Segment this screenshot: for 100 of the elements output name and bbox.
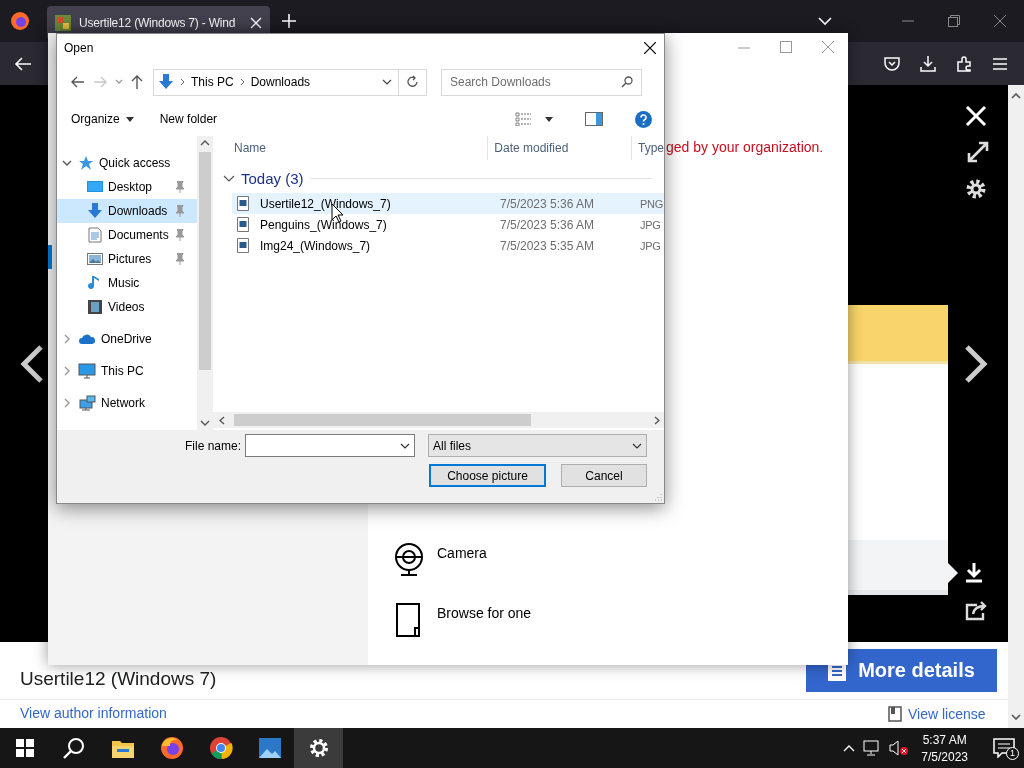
fox-globe-icon[interactable]	[10, 11, 30, 31]
network-icon	[78, 395, 96, 411]
photo-icon[interactable]	[257, 737, 282, 759]
settings-icon[interactable]	[307, 737, 330, 759]
breadcrumb-item[interactable]: Downloads	[250, 75, 311, 89]
author-link[interactable]: View author information	[20, 705, 167, 721]
search-icon[interactable]	[62, 737, 85, 759]
scrollbar-thumb[interactable]	[234, 414, 531, 426]
breadcrumb-item[interactable]: This PC	[191, 75, 234, 89]
close-icon	[644, 42, 656, 54]
clock[interactable]: 5:37 AM 7/5/2023	[921, 732, 968, 764]
search-field[interactable]: Search Downloads	[441, 68, 642, 96]
film-icon	[87, 299, 103, 315]
document-icon	[87, 227, 103, 243]
maximize-button[interactable]	[780, 41, 792, 53]
file-row[interactable]: Usertile12_(Windows_7) 7/5/2023 5:36 AM PNG	[232, 193, 664, 214]
chevron-down-icon[interactable]	[382, 79, 392, 85]
chevron-right-icon	[64, 398, 70, 408]
nav-tree-item[interactable]: Pictures	[57, 247, 197, 271]
nav-tree-item[interactable]: Downloads	[57, 199, 197, 223]
image-file-icon	[237, 196, 249, 211]
search-icon	[621, 75, 633, 88]
scroll-left-icon[interactable]	[219, 416, 225, 425]
share-icon[interactable]	[965, 601, 987, 621]
nav-tree-item[interactable]: Videos	[57, 295, 197, 319]
cancel-button[interactable]: Cancel	[561, 464, 647, 487]
new-folder-button[interactable]: New folder	[159, 112, 218, 126]
scrollbar-thumb[interactable]	[199, 152, 211, 370]
choose-picture-button[interactable]: Choose picture	[429, 464, 546, 487]
network-icon[interactable]	[863, 740, 882, 756]
back-arrow-icon[interactable]	[14, 55, 32, 72]
nav-tree-item[interactable]: OneDrive	[57, 327, 197, 351]
nav-tree-item[interactable]: Music	[57, 271, 197, 295]
selection-indicator	[48, 245, 52, 269]
picture-option[interactable]: Browse for one	[393, 603, 532, 637]
chevron-down-icon[interactable]	[223, 175, 235, 182]
license-link[interactable]: View license	[908, 706, 986, 722]
expand-icon[interactable]	[967, 141, 989, 163]
chevron-right-icon	[64, 366, 70, 376]
notification-button[interactable]: 1	[984, 738, 1024, 758]
column-header[interactable]: Name	[213, 136, 489, 160]
nav-tree-item[interactable]: Desktop	[57, 175, 197, 199]
scroll-down-icon[interactable]	[200, 420, 210, 426]
scroll-up-icon[interactable]	[200, 140, 210, 146]
fox-globe-icon[interactable]	[159, 736, 184, 760]
settings-icon[interactable]	[965, 178, 987, 200]
tile-icon	[55, 15, 71, 31]
scroll-up-icon[interactable]	[1011, 93, 1021, 99]
pocket-icon[interactable]	[884, 55, 900, 72]
close-tab-button[interactable]	[250, 17, 262, 29]
column-header[interactable]: Type	[632, 136, 664, 160]
maximize-icon	[780, 41, 792, 53]
file-name-field[interactable]	[245, 434, 415, 457]
caret-icon[interactable]	[545, 116, 553, 122]
pin-icon	[175, 253, 185, 265]
round-tricolor-icon[interactable]	[208, 736, 233, 760]
help-icon[interactable]	[635, 110, 652, 128]
download-icon	[158, 74, 174, 90]
forward-arrow-icon	[93, 76, 107, 88]
puzzle-icon[interactable]	[956, 55, 972, 72]
picture-option[interactable]: Camera	[393, 543, 532, 577]
nav-tree-item[interactable]: Documents	[57, 223, 197, 247]
scroll-right-icon[interactable]	[654, 416, 660, 425]
organize-menu[interactable]: Organize	[71, 112, 134, 126]
more-details-button[interactable]: More details	[806, 649, 997, 692]
address-bar[interactable]: This PC Downloads	[153, 68, 427, 96]
details-view-icon[interactable]	[515, 112, 531, 126]
chevron-down-icon	[400, 442, 410, 449]
preview-pane-icon[interactable]	[585, 112, 603, 126]
new-tab-icon[interactable]	[282, 14, 296, 28]
menu-icon[interactable]	[992, 56, 1008, 71]
close-icon	[250, 17, 262, 29]
muted-speaker-icon[interactable]	[889, 740, 910, 756]
webcam-icon	[393, 543, 425, 577]
image-file-icon	[237, 238, 249, 253]
desktop-icon	[87, 179, 103, 195]
nav-tree-item[interactable]: Network	[57, 391, 197, 415]
file-type-dropdown[interactable]: All files	[428, 434, 647, 457]
notice-text: ged by your organization.	[666, 139, 824, 155]
column-header[interactable]: Date modified	[488, 136, 632, 160]
pin-icon	[175, 229, 185, 241]
chevron-up-icon[interactable]	[843, 744, 856, 752]
chevron-right-icon[interactable]	[964, 345, 988, 383]
download-icon[interactable]	[964, 563, 984, 583]
image-file-icon	[237, 217, 249, 232]
nav-tree-item[interactable]: This PC	[57, 359, 197, 383]
back-arrow-icon	[71, 76, 85, 88]
caret-icon	[115, 79, 123, 85]
caret-icon	[125, 116, 134, 122]
chevron-down-icon	[62, 160, 72, 166]
restore-icon[interactable]	[948, 15, 960, 27]
scroll-down-icon[interactable]	[1011, 714, 1021, 720]
page-title: Usertile12 (Windows 7)	[20, 668, 217, 690]
pin-icon	[175, 205, 185, 217]
download-icon[interactable]	[920, 55, 936, 72]
chevron-left-icon[interactable]	[20, 345, 44, 383]
nav-tree-item[interactable]: Quick access	[57, 151, 197, 175]
file-row[interactable]: Img24_(Windows_7) 7/5/2023 5:35 AM JPG	[232, 235, 664, 256]
windows-logo-icon[interactable]	[15, 739, 34, 757]
file-name-label: File name:	[183, 438, 241, 453]
